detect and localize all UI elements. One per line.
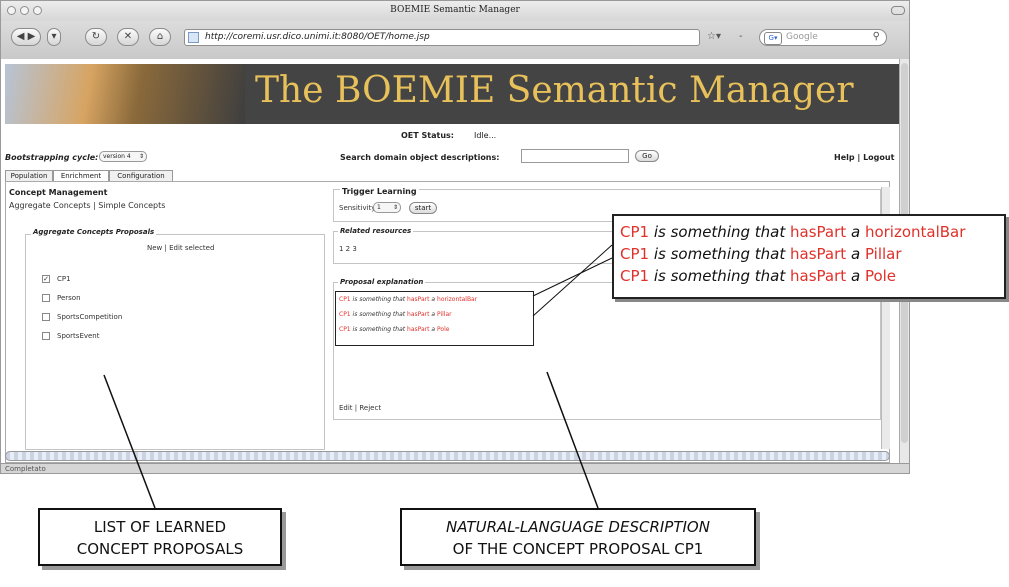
zoom-line2-article: a [850, 245, 861, 263]
right-callout-line-2: OF THE CONCEPT PROPOSAL CP1 [452, 540, 704, 558]
zoom-line1-relation: hasPart [790, 223, 847, 241]
zoom-line1-article: a [850, 223, 861, 241]
zoom-line3-article: a [850, 267, 861, 285]
left-callout-line [103, 374, 156, 509]
zoom-line2-subject: CP1 [620, 245, 650, 263]
zoom-line3-object: Pole [864, 267, 897, 285]
zoom-line1-phrase: is something that [653, 223, 786, 241]
zoomed-explanation-callout: CP1 is something that hasPart a horizont… [612, 214, 1006, 299]
left-callout-line-2: CONCEPT PROPOSALS [76, 540, 244, 558]
zoom-line2-phrase: is something that [653, 245, 786, 263]
zoom-line3-subject: CP1 [620, 267, 650, 285]
zoom-connector-line-2 [532, 257, 613, 297]
nl-description-callout: NATURAL-LANGUAGE DESCRIPTION OF THE CONC… [400, 508, 756, 566]
zoom-line1-subject: CP1 [620, 223, 650, 241]
zoom-line1-object: horizontalBar [864, 223, 966, 241]
zoom-line-3: CP1 is something that hasPart a Pole [620, 266, 896, 286]
zoom-connector-line-1 [532, 244, 613, 317]
zoom-line-2: CP1 is something that hasPart a Pillar [620, 244, 902, 264]
right-callout-line-1: NATURAL-LANGUAGE DESCRIPTION [446, 518, 710, 536]
zoom-line2-relation: hasPart [790, 245, 847, 263]
zoom-line2-object: Pillar [864, 245, 902, 263]
zoom-line3-phrase: is something that [653, 267, 786, 285]
left-callout-line-1: LIST OF LEARNED [93, 518, 227, 536]
zoom-line-1: CP1 is something that hasPart a horizont… [620, 222, 965, 242]
zoom-line3-relation: hasPart [790, 267, 847, 285]
right-callout-line [546, 371, 599, 509]
list-proposals-callout: LIST OF LEARNED CONCEPT PROPOSALS [38, 508, 282, 566]
